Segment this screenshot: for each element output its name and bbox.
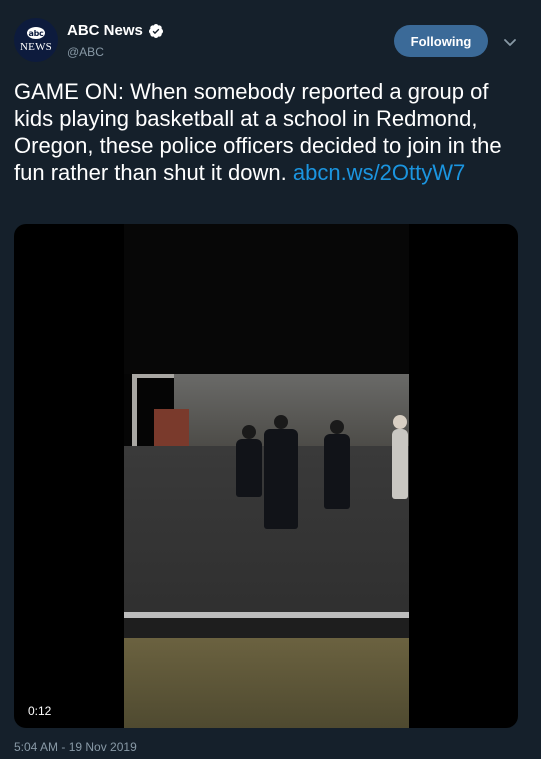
verified-badge-icon — [148, 23, 163, 38]
tweet-card: abc NEWS ABC News @ABC Following GAME ON… — [0, 0, 541, 759]
video-person-1 — [236, 425, 262, 497]
video-duration-badge: 0:12 — [22, 700, 58, 722]
author-display-name[interactable]: ABC News — [67, 22, 164, 39]
video-light-pole-arm — [132, 374, 174, 378]
video-player[interactable]: NEWS 0:12 — [14, 224, 518, 728]
video-person-3 — [324, 420, 350, 509]
tweet-timestamp[interactable]: 5:04 AM - 19 Nov 2019 — [14, 740, 137, 754]
avatar-wordmark: NEWS — [20, 41, 52, 53]
author-avatar[interactable]: abc NEWS — [14, 18, 58, 62]
video-frame[interactable]: NEWS — [124, 224, 409, 728]
following-button[interactable]: Following — [394, 25, 488, 57]
tweet-link[interactable]: abcn.ws/2OttyW7 — [293, 160, 465, 185]
chevron-down-icon[interactable] — [500, 32, 520, 52]
video-person-2 — [264, 415, 298, 529]
video-curb — [124, 618, 409, 638]
video-grass — [124, 638, 409, 728]
abc-logo-icon: abc — [27, 27, 45, 39]
author-handle[interactable]: @ABC — [67, 45, 104, 59]
video-red-structure — [154, 409, 189, 447]
author-name-text[interactable]: ABC News — [67, 22, 143, 39]
tweet-body: GAME ON: When somebody reported a group … — [14, 78, 529, 186]
video-light-pole — [132, 374, 137, 452]
video-person-4 — [392, 415, 408, 499]
video-night-sky — [124, 224, 409, 374]
